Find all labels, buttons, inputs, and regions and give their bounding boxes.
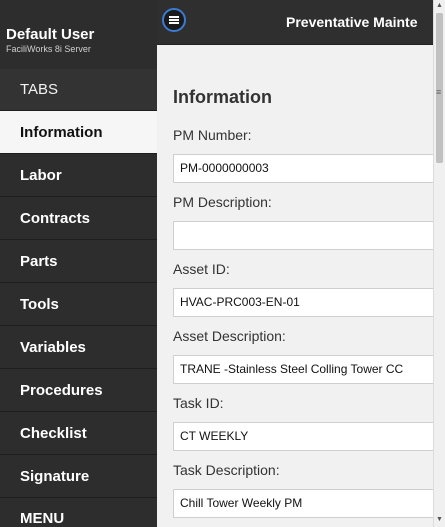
scroll-up-arrow-icon[interactable]: ▲ (436, 2, 443, 10)
asset-id-label: Asset ID: (173, 261, 230, 277)
pm-number-field[interactable]: PM-0000000003 (173, 154, 433, 183)
sidebar-item-procedures[interactable]: Procedures (0, 369, 157, 412)
task-id-label: Task ID: (173, 395, 224, 411)
sidebar-item-parts[interactable]: Parts (0, 240, 157, 283)
edge-menu-icon: ≡ (436, 87, 442, 97)
pm-description-field[interactable] (173, 221, 433, 250)
task-id-field[interactable]: CT WEEKLY (173, 422, 433, 451)
task-description-label: Task Description: (173, 462, 280, 478)
scroll-down-arrow-icon[interactable]: ▼ (436, 516, 443, 524)
asset-description-field[interactable]: TRANE -Stainless Steel Colling Tower CC (173, 355, 433, 384)
sidebar: Default User FaciliWorks 8i Server TABS … (0, 0, 157, 527)
sidebar-item-menu[interactable]: MENU (0, 498, 157, 527)
sidebar-item-information[interactable]: Information (0, 111, 157, 154)
user-block: Default User FaciliWorks 8i Server (0, 0, 157, 69)
page-title: Preventative Mainte (286, 14, 418, 30)
hamburger-icon (169, 16, 179, 24)
main-content: Information PM Number: PM-0000000003 PM … (157, 45, 433, 527)
user-name: Default User (6, 26, 95, 43)
sidebar-item-checklist[interactable]: Checklist (0, 412, 157, 455)
pm-number-label: PM Number: (173, 127, 252, 143)
sidebar-header-tabs: TABS (0, 69, 157, 111)
sidebar-item-variables[interactable]: Variables (0, 326, 157, 369)
asset-id-field[interactable]: HVAC-PRC003-EN-01 (173, 288, 433, 317)
pm-description-label: PM Description: (173, 194, 272, 210)
vertical-scrollbar[interactable]: ▲ ▼ (433, 0, 445, 527)
sidebar-item-signature[interactable]: Signature (0, 455, 157, 498)
menu-button[interactable] (162, 8, 186, 32)
section-title: Information (173, 87, 272, 107)
sidebar-item-tools[interactable]: Tools (0, 283, 157, 326)
top-bar: Preventative Mainte (157, 0, 445, 45)
server-name: FaciliWorks 8i Server (6, 44, 91, 54)
asset-description-label: Asset Description: (173, 328, 286, 344)
sidebar-item-contracts[interactable]: Contracts (0, 197, 157, 240)
task-description-field[interactable]: Chill Tower Weekly PM (173, 489, 433, 518)
sidebar-item-labor[interactable]: Labor (0, 154, 157, 197)
